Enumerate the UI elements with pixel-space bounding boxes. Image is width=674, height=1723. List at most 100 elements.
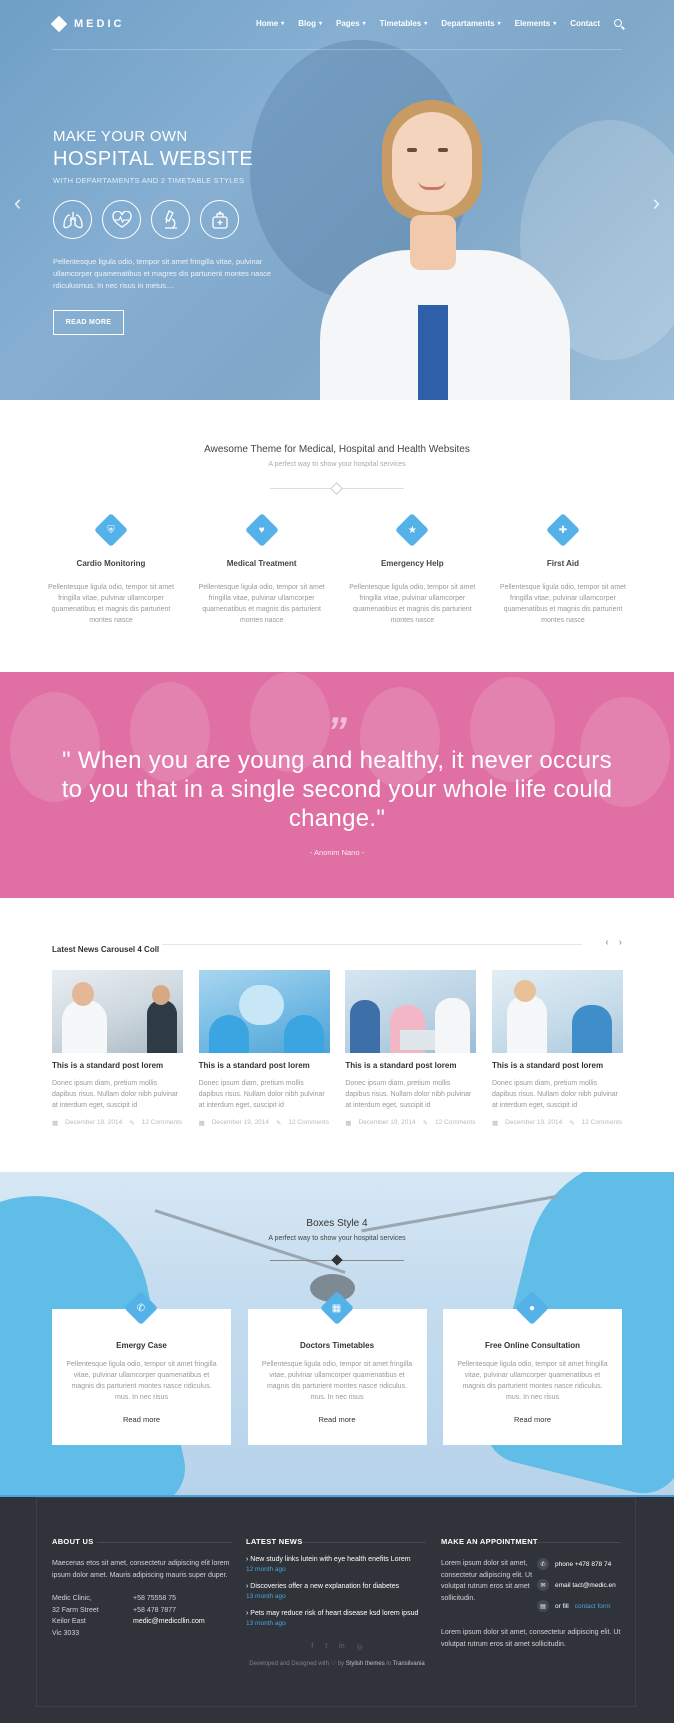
contact-form-link[interactable]: contact form [575,1603,611,1610]
doctor-portrait [310,100,570,400]
features-row: ⛨ Cardio Monitoring Pellentesque ligula … [46,513,628,626]
carousel-next-button[interactable]: › [619,937,622,948]
news-image[interactable] [52,970,183,1053]
hero-slider: MEDIC Home ▾ Blog ▾ Pages ▾ Timetables ▾ Dep… [0,0,674,400]
slider-next-arrow[interactable]: › [653,190,660,216]
read-more-link[interactable]: Read more [52,1415,231,1424]
feature-title: Emergency Help [380,559,444,568]
intro-title: Awesome Theme for Medical, Hospital and … [204,444,470,455]
linkedin-icon[interactable]: in [339,1643,344,1651]
news-image[interactable] [491,970,623,1053]
nav-item-elements[interactable]: Elements ▾ [515,19,557,28]
address-line: Vic 3033 [52,1629,80,1637]
news-date: December 19, 2014 [505,1119,563,1126]
news-image[interactable] [345,970,477,1053]
boxes-row: ✆ Emergy Case Pellentesque ligula odio, … [52,1291,622,1445]
appointment-text: Lorem ipsum dolor sit amet, consectetur … [441,1560,533,1602]
news-date: December 19, 2014 [65,1119,123,1126]
footer-news-title[interactable]: › Pets may reduce risk of heart disease … [246,1610,426,1617]
news-comments[interactable]: 12 Comments [435,1119,475,1127]
news-headline[interactable]: This is a standard post lorem [199,1061,330,1070]
nav-label: Blog [298,19,316,28]
comments-icon: ✎ [569,1120,575,1127]
feature-medical-treatment: ♥ Medical Treatment Pellentesque ligula … [197,513,327,626]
news-headline[interactable]: This is a standard post lorem [345,1061,476,1070]
footer-latest-news: LATEST NEWS › New study links lutein wit… [246,1537,426,1627]
title-line [536,1542,621,1543]
footer-news-title[interactable]: › Discoveries offer a new explanation fo… [246,1583,426,1590]
news-comments[interactable]: 12 Comments [288,1119,328,1127]
nav-item-contact[interactable]: Contact [570,19,600,28]
chevron-down-icon: ▾ [497,21,501,27]
slider-prev-arrow[interactable]: ‹ [14,190,21,216]
boxes-subtitle: A perfect way to show your hospital serv… [268,1235,406,1242]
news-meta: ▦ December 19, 2014 ✎ 12 Comments [345,1119,476,1127]
feature-text: Pellentesque ligula odio, tempor sit ame… [198,584,325,624]
divider-diamond-icon [331,1254,343,1266]
dribbble-icon[interactable]: ◎ [357,1643,363,1651]
nav-label: Elements [514,19,551,28]
box-title: Doctors Timetables [299,1341,375,1350]
credit-place: Transilvania [392,1661,425,1667]
feature-text: Pellentesque ligula odio, tempor sit ame… [349,584,476,624]
nav-item-pages[interactable]: Pages ▾ [336,19,366,28]
footer-news-item[interactable]: › Pets may reduce risk of heart disease … [246,1610,426,1627]
chevron-down-icon: ▾ [362,21,366,27]
appointment-phone-text: phone +478 878 74 [555,1560,612,1568]
news-comments[interactable]: 12 Comments [142,1119,182,1127]
footer-news-item[interactable]: › New study links lutein with eye health… [246,1556,426,1573]
news-headline[interactable]: This is a standard post lorem [52,1061,183,1070]
top-navigation-bar: MEDIC Home ▾ Blog ▾ Pages ▾ Timetables ▾ Dep… [50,0,622,50]
site-logo[interactable]: MEDIC [50,15,125,33]
read-more-link[interactable]: Read more [443,1415,622,1424]
nav-item-departaments[interactable]: Departaments ▾ [441,19,500,28]
feature-emergency-help: ★ Emergency Help Pellentesque ligula odi… [347,513,477,626]
comments-icon: ✎ [275,1120,282,1127]
calendar-icon: ▦ [52,1120,59,1127]
nav-label: Home [255,19,279,28]
hero-icon-row [53,200,239,239]
news-headline[interactable]: This is a standard post lorem [492,1061,623,1070]
logo-text: MEDIC [74,18,125,30]
calendar-icon: ▦ [345,1120,352,1127]
appointment-form: ▤ or fill contact form [537,1600,621,1612]
read-more-link[interactable]: Read more [248,1415,427,1424]
footer-news-item[interactable]: › Discoveries offer a new explanation fo… [246,1583,426,1600]
footer-news-date: 12 month ago [246,1566,286,1573]
read-more-button[interactable]: READ MORE [53,310,124,335]
hero-kicker: MAKE YOUR OWN [53,128,188,145]
news-title: Latest News Carousel 4 Coll [52,945,160,954]
news-image[interactable] [198,970,330,1053]
calendar-icon: ▦ [491,1120,499,1127]
nav-item-timetables[interactable]: Timetables ▾ [380,19,428,28]
news-card[interactable]: This is a standard post lorem Donec ipsu… [198,970,330,1127]
carousel-prev-button[interactable]: ‹ [605,937,608,948]
carousel-nav: ‹ › [605,937,622,948]
nav-item-blog[interactable]: Blog ▾ [298,19,322,28]
news-card[interactable]: This is a standard post lorem Donec ipsu… [345,970,477,1127]
box-title: Emergy Case [116,1341,167,1350]
email-link[interactable]: medic@mediccllin.com [133,1616,205,1628]
twitter-icon[interactable]: t [325,1643,327,1651]
heart-icon: ♥ [258,524,265,536]
phone-number: +58 478 7877 [133,1606,177,1614]
appointment-email[interactable]: ✉ email tact@medic.en [537,1579,621,1591]
phone-icon: ✆ [136,1302,146,1314]
credit-prefix: Developed and Designed with ♡ by [249,1661,345,1667]
news-comments[interactable]: 12 Comments [582,1119,622,1127]
phone-block: +58 75558 75 +58 478 7877 medic@mediccll… [133,1593,205,1639]
address-line: Medic Clinic, [52,1595,92,1602]
search-icon[interactable] [614,19,622,27]
quote-text: " When you are young and healthy, it nev… [61,747,613,832]
lungs-icon [53,200,92,239]
footer-news-title[interactable]: › New study links lutein with eye health… [246,1556,426,1563]
facebook-icon[interactable]: f [311,1643,313,1651]
site-footer: ABOUT US Maecenas etos sit amet, consect… [0,1495,674,1723]
news-card[interactable]: This is a standard post lorem Donec ipsu… [491,970,623,1127]
phone-icon: ✆ [537,1558,549,1570]
nav-item-home[interactable]: Home ▾ [256,19,284,28]
credit-author-link[interactable]: Stylish themes [346,1661,385,1667]
news-card[interactable]: This is a standard post lorem Donec ipsu… [52,970,183,1127]
box-doctors-timetables: ▦ Doctors Timetables Pellentesque ligula… [247,1291,427,1445]
social-links: f t in ◎ [0,1643,674,1651]
